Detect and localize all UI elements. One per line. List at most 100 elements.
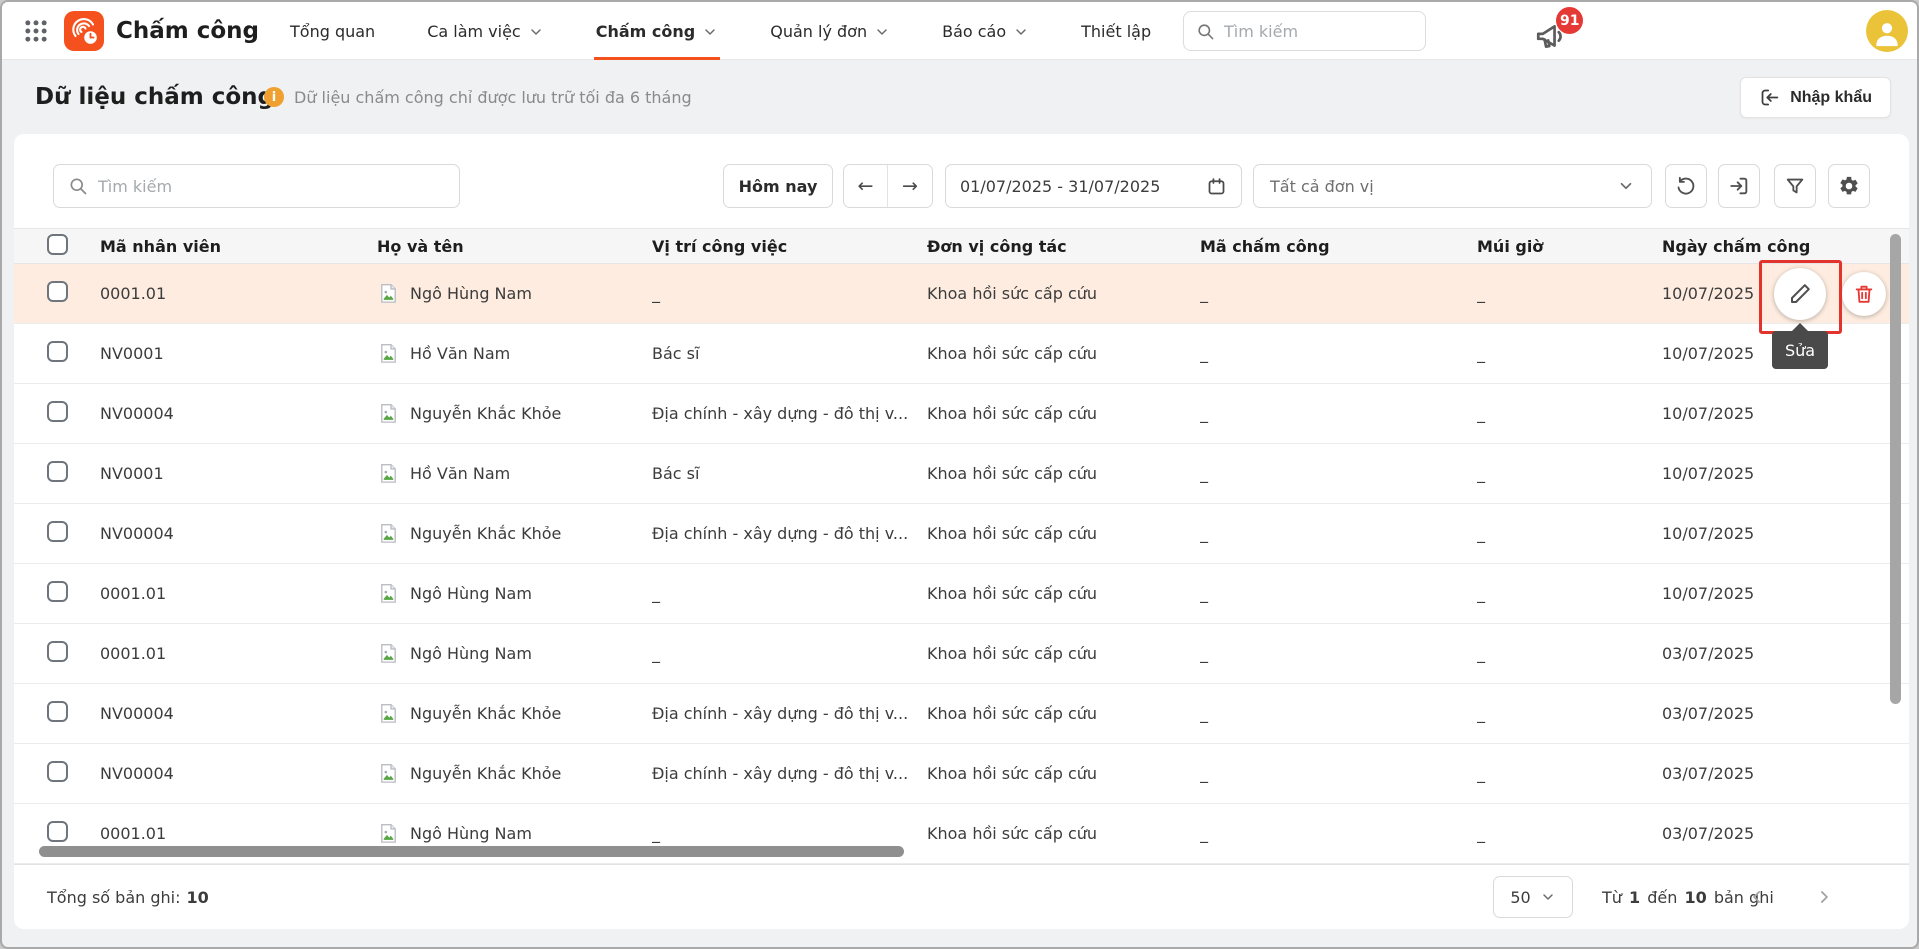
table-row[interactable]: NV00004 Nguyễn Khắc Khỏe Địa chính - xây… — [14, 384, 1909, 444]
edit-tooltip: Sửa — [1772, 331, 1828, 369]
import-icon — [1759, 87, 1780, 108]
nav-item-tong-quan[interactable]: Tổng quan — [290, 2, 375, 60]
filter-icon — [1784, 175, 1806, 197]
unit-filter-select[interactable]: Tất cả đơn vị — [1253, 164, 1652, 208]
timezone-cell: _ — [1477, 824, 1662, 843]
timezone-cell: _ — [1477, 464, 1662, 483]
row-checkbox[interactable] — [47, 401, 68, 422]
date-cell: 03/07/2025 — [1662, 824, 1909, 843]
nav-item-cham-cong[interactable]: Chấm công — [596, 2, 719, 60]
prev-period-button[interactable]: ← — [844, 165, 888, 207]
table-search-box — [53, 164, 460, 208]
unit-cell: Khoa hồi sức cấp cứu — [927, 524, 1200, 543]
date-cell: 10/07/2025 — [1662, 464, 1909, 483]
column-header: Múi giờ — [1477, 237, 1662, 256]
trash-icon — [1853, 283, 1875, 305]
top-nav: Chấm công Tổng quan Ca làm việc Chấm côn… — [2, 2, 1917, 60]
page-size-select[interactable]: 50 — [1493, 876, 1573, 918]
table-row[interactable]: 0001.01 Ngô Hùng Nam _ Khoa hồi sức cấp … — [14, 564, 1909, 624]
broken-image-icon — [377, 462, 400, 485]
employee-code-cell: NV00004 — [100, 704, 377, 723]
row-checkbox[interactable] — [47, 461, 68, 482]
apps-grid-icon[interactable] — [22, 17, 50, 45]
horizontal-scrollbar[interactable] — [39, 846, 904, 857]
row-checkbox[interactable] — [47, 641, 68, 662]
search-icon — [1196, 22, 1215, 41]
user-avatar[interactable] — [1866, 10, 1908, 52]
table-row[interactable]: NV0001 Hồ Văn Nam Bác sĩ Khoa hồi sức cấ… — [14, 324, 1909, 384]
attendance-code-cell: _ — [1200, 524, 1477, 543]
import-button[interactable]: Nhập khẩu — [1740, 77, 1891, 118]
broken-image-icon — [377, 282, 400, 305]
nav-item-ca-lam-viec[interactable]: Ca làm việc — [427, 2, 544, 60]
next-period-button[interactable]: → — [888, 165, 932, 207]
table-header-row: Mã nhân viên Họ và tên Vị trí công việc … — [14, 228, 1909, 264]
nav-item-bao-cao[interactable]: Báo cáo — [942, 2, 1029, 60]
row-checkbox[interactable] — [47, 341, 68, 362]
employee-name-cell: Hồ Văn Nam — [377, 342, 652, 365]
next-page-button[interactable] — [1809, 882, 1839, 912]
table-row[interactable]: NV00004 Nguyễn Khắc Khỏe Địa chính - xây… — [14, 744, 1909, 804]
chevron-down-icon — [874, 24, 890, 40]
attendance-code-cell: _ — [1200, 704, 1477, 723]
broken-image-icon — [377, 582, 400, 605]
employee-code-cell: NV00004 — [100, 404, 377, 423]
unit-cell: Khoa hồi sức cấp cứu — [927, 464, 1200, 483]
export-button[interactable] — [1718, 164, 1760, 208]
row-checkbox[interactable] — [47, 581, 68, 602]
date-cell: 03/07/2025 — [1662, 764, 1909, 783]
chevron-right-icon — [1814, 887, 1834, 907]
attendance-code-cell: _ — [1200, 824, 1477, 843]
column-header: Đơn vị công tác — [927, 237, 1200, 256]
table-search-input[interactable] — [98, 177, 445, 196]
column-header: Ngày chấm công — [1662, 237, 1909, 256]
row-checkbox[interactable] — [47, 761, 68, 782]
date-cell: 10/07/2025 — [1662, 404, 1909, 423]
edit-row-button[interactable] — [1774, 268, 1826, 320]
employee-code-cell: NV0001 — [100, 344, 377, 363]
delete-row-button[interactable] — [1842, 272, 1886, 316]
row-checkbox[interactable] — [47, 701, 68, 722]
table-row[interactable]: NV00004 Nguyễn Khắc Khỏe Địa chính - xây… — [14, 504, 1909, 564]
row-checkbox[interactable] — [47, 821, 68, 842]
row-checkbox[interactable] — [47, 281, 68, 302]
unit-cell: Khoa hồi sức cấp cứu — [927, 404, 1200, 423]
info-icon: i — [264, 87, 284, 107]
previous-page-button[interactable] — [1742, 882, 1772, 912]
table-row[interactable]: NV00004 Nguyễn Khắc Khỏe Địa chính - xây… — [14, 684, 1909, 744]
broken-image-icon — [377, 702, 400, 725]
vertical-scrollbar[interactable] — [1890, 234, 1901, 704]
row-checkbox[interactable] — [47, 521, 68, 542]
attendance-code-cell: _ — [1200, 344, 1477, 363]
attendance-data-card: Hôm nay ← → 01/07/2025 - 31/07/2025 Tất … — [14, 134, 1909, 929]
column-header: Họ và tên — [377, 237, 652, 256]
table-row[interactable]: NV0001 Hồ Văn Nam Bác sĩ Khoa hồi sức cấ… — [14, 444, 1909, 504]
attendance-code-cell: _ — [1200, 584, 1477, 603]
global-search-input[interactable] — [1224, 22, 1413, 41]
date-range-picker[interactable]: 01/07/2025 - 31/07/2025 — [945, 164, 1242, 208]
refresh-button[interactable] — [1665, 164, 1707, 208]
nav-item-quan-ly-don[interactable]: Quản lý đơn — [770, 2, 890, 60]
search-icon — [68, 176, 88, 196]
nav-item-thiet-lap[interactable]: Thiết lập — [1081, 2, 1151, 60]
unit-cell: Khoa hồi sức cấp cứu — [927, 704, 1200, 723]
timezone-cell: _ — [1477, 704, 1662, 723]
table-row[interactable]: 0001.01 Ngô Hùng Nam _ Khoa hồi sức cấp … — [14, 264, 1909, 324]
table-row[interactable]: 0001.01 Ngô Hùng Nam _ Khoa hồi sức cấp … — [14, 624, 1909, 684]
employee-code-cell: 0001.01 — [100, 644, 377, 663]
page-header: Dữ liệu chấm công i Dữ liệu chấm công ch… — [2, 60, 1917, 134]
column-header: Vị trí công việc — [652, 237, 927, 256]
pencil-icon — [1788, 282, 1812, 306]
select-all-checkbox[interactable] — [47, 234, 68, 255]
page-title: Dữ liệu chấm công — [35, 60, 274, 134]
date-step-group: ← → — [843, 164, 933, 208]
employee-code-cell: NV00004 — [100, 524, 377, 543]
filter-button[interactable] — [1774, 164, 1816, 208]
retention-note: i Dữ liệu chấm công chỉ được lưu trữ tối… — [264, 60, 692, 134]
timekeeping-app-logo-icon[interactable] — [64, 11, 104, 51]
today-button[interactable]: Hôm nay — [723, 164, 833, 208]
notifications-button[interactable]: 91 — [1534, 14, 1582, 54]
settings-button[interactable] — [1828, 164, 1870, 208]
employee-name-cell: Ngô Hùng Nam — [377, 822, 652, 845]
timezone-cell: _ — [1477, 404, 1662, 423]
